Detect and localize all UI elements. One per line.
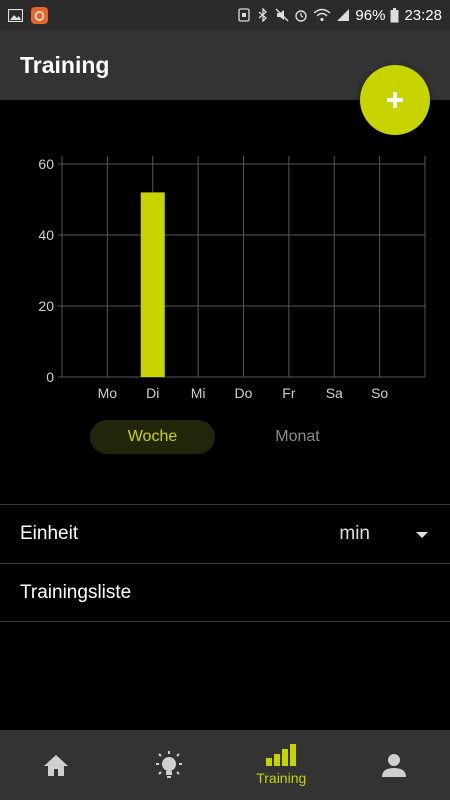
nav-home[interactable]: [0, 730, 113, 800]
period-toggle: Woche Monat: [0, 420, 450, 454]
y-tick-label: 60: [38, 156, 54, 172]
unit-row[interactable]: Einheit min: [0, 505, 450, 563]
wifi-icon: [313, 8, 331, 22]
status-right: 96% 23:28: [237, 7, 442, 24]
page-title: Training: [20, 51, 110, 78]
profile-icon: [381, 754, 406, 777]
battery-percent: 96%: [355, 6, 386, 24]
plus-icon: [387, 92, 403, 108]
app-notification-icon: [31, 6, 48, 24]
battery-icon: [390, 7, 399, 22]
x-tick-label: Do: [235, 385, 253, 401]
x-tick-label: Sa: [326, 385, 343, 401]
training-bars-icon: [266, 744, 297, 766]
month-toggle-button[interactable]: Monat: [240, 420, 355, 454]
x-tick-label: Di: [146, 385, 159, 401]
mute-icon: [275, 8, 289, 22]
y-tick-label: 0: [46, 369, 54, 385]
x-tick-label: Mo: [98, 385, 118, 401]
nav-tips[interactable]: [113, 730, 226, 800]
status-left: [8, 6, 48, 24]
alarm-icon: [295, 10, 308, 22]
week-toggle-button[interactable]: Woche: [90, 420, 215, 454]
x-tick-label: Mi: [191, 385, 206, 401]
y-tick-label: 20: [38, 298, 54, 314]
training-list-row[interactable]: Trainingsliste: [0, 564, 450, 622]
add-training-button[interactable]: [360, 65, 430, 135]
x-tick-label: Fr: [282, 385, 296, 401]
unit-select-value[interactable]: min: [339, 523, 370, 545]
training-list-label: Trainingsliste: [20, 582, 132, 603]
weekly-training-chart: 0 20 40 60 Mo Di Mi Do Fr Sa So: [38, 156, 426, 401]
bottom-nav: Training: [0, 730, 450, 800]
nav-training[interactable]: Training: [225, 730, 338, 800]
home-icon: [44, 755, 69, 776]
x-tick-label: So: [371, 385, 388, 401]
gallery-icon: [8, 8, 23, 22]
signal-icon: [337, 9, 350, 21]
sim-icon: [238, 8, 251, 22]
bluetooth-icon: [258, 8, 268, 22]
bar: [140, 192, 165, 377]
screen: 96% 23:28 Training 0 20 40 60 Mo Di Mi Do Fr Sa So…: [0, 0, 450, 800]
nav-profile[interactable]: [338, 730, 450, 800]
lightbulb-icon: [155, 751, 182, 778]
divider: [0, 621, 450, 622]
nav-training-label: Training: [256, 770, 307, 786]
status-bar: 96% 23:28: [0, 0, 450, 30]
unit-label: Einheit: [20, 523, 79, 544]
dropdown-arrow-icon[interactable]: [416, 532, 428, 538]
clock: 23:28: [404, 6, 442, 24]
y-tick-label: 40: [38, 227, 54, 243]
